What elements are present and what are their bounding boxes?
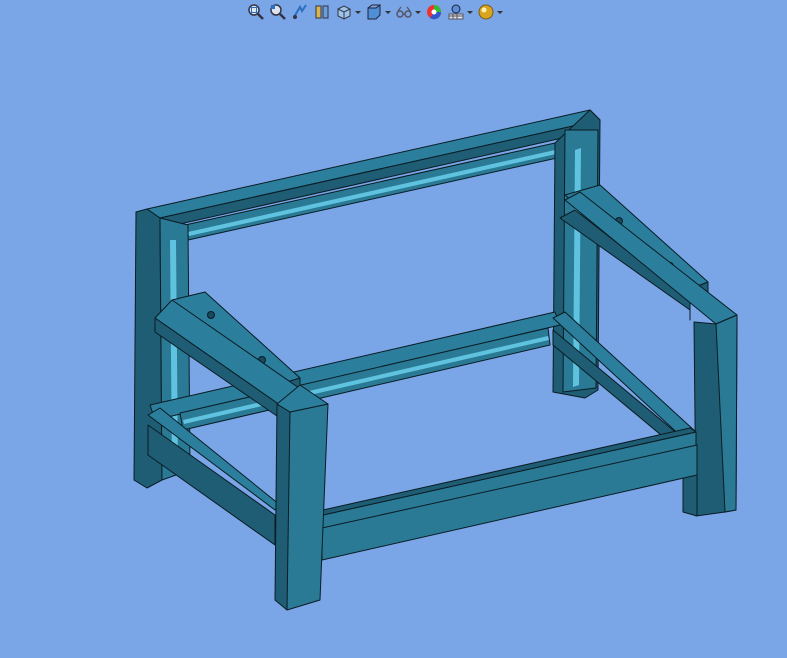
left-armrest-hole-1 (207, 311, 215, 319)
left-front-post-front (286, 403, 329, 611)
bench-frame-model[interactable] (0, 0, 787, 658)
graphics-viewport[interactable] (0, 0, 787, 658)
back-top-rail-inner (159, 119, 601, 229)
